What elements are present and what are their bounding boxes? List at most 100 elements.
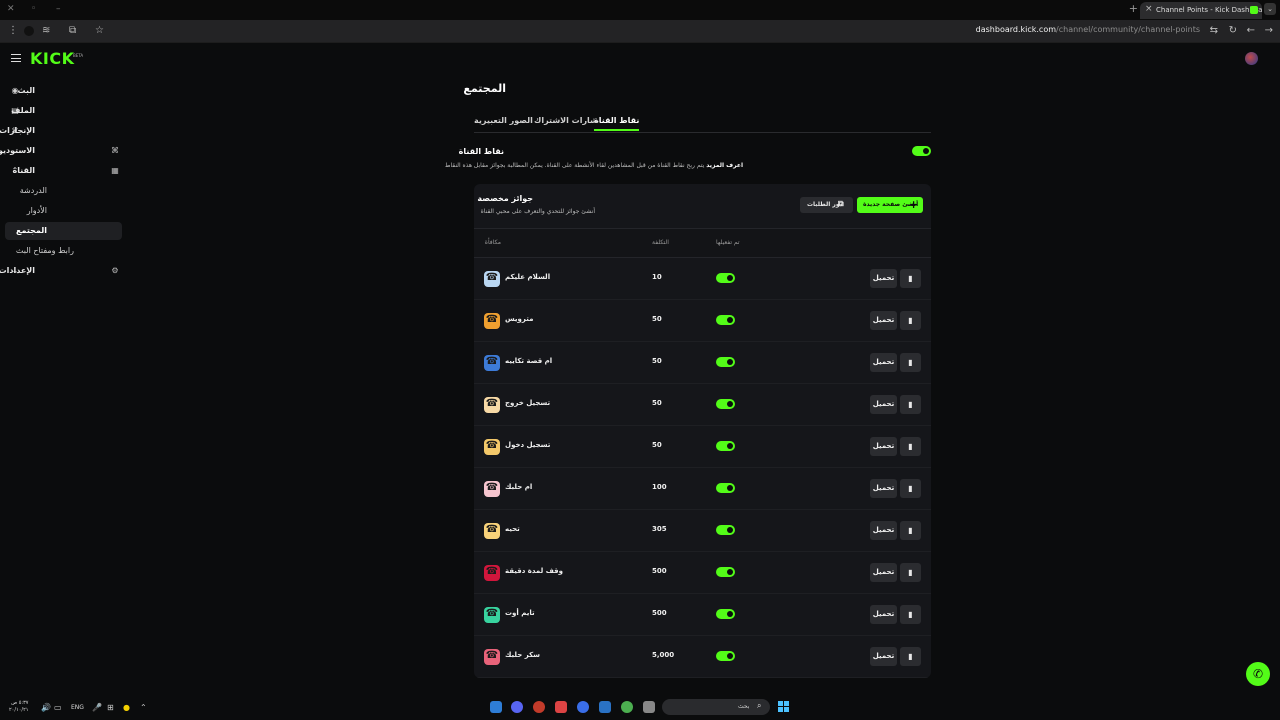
reload-icon[interactable]: ↻ xyxy=(1229,24,1237,38)
edit-reward-button[interactable]: تحميل xyxy=(870,605,897,624)
delete-reward-button[interactable]: ▮ xyxy=(900,269,921,288)
extension-icon[interactable] xyxy=(24,26,34,36)
delete-reward-button[interactable]: ▮ xyxy=(900,605,921,624)
sidebar-item-label: الدردشة xyxy=(19,186,47,195)
support-chat-button[interactable]: ✆ xyxy=(1246,662,1270,686)
kick-logo[interactable]: KICK xyxy=(30,49,75,68)
delete-reward-button[interactable]: ▮ xyxy=(900,479,921,498)
sidebar-item-studio[interactable]: ⌄ الاستوديو ⌘ xyxy=(0,142,122,160)
edit-reward-button[interactable]: تحميل xyxy=(870,647,897,666)
sidebar-item-profile[interactable]: ▤ الملف xyxy=(5,102,122,120)
reward-icon xyxy=(484,649,500,665)
tab-close-icon[interactable]: × xyxy=(1145,4,1153,14)
tab-channel-points[interactable]: نقاط القناة xyxy=(594,116,640,131)
tray-app2-icon[interactable]: ● xyxy=(123,703,130,712)
tray-app-icon[interactable]: ⊞ xyxy=(107,703,114,712)
edit-reward-button[interactable]: تحميل xyxy=(870,395,897,414)
reward-enabled-toggle[interactable] xyxy=(716,399,735,409)
restore-window-icon[interactable]: ◦ xyxy=(31,4,36,14)
tab-sub-badges[interactable]: شارات الاشتراك xyxy=(534,116,598,125)
share-icon[interactable]: ⧉ xyxy=(69,24,76,38)
edit-reward-button[interactable]: تحميل xyxy=(870,479,897,498)
sidebar-item-label: الاستوديو xyxy=(0,146,35,155)
taskbar-discord-icon[interactable] xyxy=(511,701,523,713)
network-icon[interactable]: ▭ xyxy=(54,703,62,712)
taskbar-steam-icon[interactable] xyxy=(599,701,611,713)
close-window-icon[interactable]: ✕ xyxy=(7,4,15,14)
mic-icon[interactable]: 🎤 xyxy=(92,703,102,712)
reward-name: سكر حلبك xyxy=(505,651,541,659)
delete-reward-button[interactable]: ▮ xyxy=(900,437,921,456)
delete-reward-button[interactable]: ▮ xyxy=(900,647,921,666)
taskbar-app4-icon[interactable] xyxy=(643,701,655,713)
menu-dots-icon[interactable]: ⋮ xyxy=(8,24,18,38)
sidebar-item-settings[interactable]: ⌄ الإعدادات ⚙ xyxy=(0,262,122,280)
sidebar-item-chat[interactable]: الدردشة xyxy=(5,182,122,200)
delete-reward-button[interactable]: ▮ xyxy=(900,395,921,414)
forward-icon[interactable]: → xyxy=(1265,24,1273,38)
sidebar-item-broadcast[interactable]: ◉ البث xyxy=(5,82,122,100)
column-header-enabled: تم تفعيلها xyxy=(716,239,740,246)
learn-more-link[interactable]: اعرف المزيد xyxy=(706,162,743,169)
tab-emotes[interactable]: الصور التعبيرية xyxy=(474,116,533,125)
sidebar-item-roles[interactable]: الأدوار xyxy=(5,202,122,220)
delete-reward-button[interactable]: ▮ xyxy=(900,311,921,330)
taskbar-chrome-icon[interactable] xyxy=(621,701,633,713)
reward-enabled-toggle[interactable] xyxy=(716,567,735,577)
minimize-window-icon[interactable]: – xyxy=(56,4,61,14)
create-reward-button[interactable]: أنشئ صفحة جديدة + xyxy=(857,197,923,213)
sidebar-item-label: المجتمع xyxy=(16,226,47,235)
address-bar[interactable]: dashboard.kick.com/channel/community/cha… xyxy=(976,25,1200,34)
sidebar-item-stream-key[interactable]: رابط ومفتاح البث xyxy=(5,242,122,260)
delete-reward-button[interactable]: ▮ xyxy=(900,353,921,372)
edit-reward-button[interactable]: تحميل xyxy=(870,563,897,582)
reward-enabled-toggle[interactable] xyxy=(716,483,735,493)
taskbar-notes-icon[interactable] xyxy=(490,701,502,713)
reward-enabled-toggle[interactable] xyxy=(716,651,735,661)
edit-reward-button[interactable]: تحميل xyxy=(870,269,897,288)
sidebar-item-channel[interactable]: ⌃ القناة ▦ xyxy=(5,162,122,180)
edit-reward-button[interactable]: تحميل xyxy=(870,437,897,456)
language-indicator[interactable]: ENG xyxy=(71,704,84,711)
browser-tab[interactable]: × Channel Points - Kick Dashboard xyxy=(1140,2,1262,19)
reward-cost: 500 xyxy=(652,567,667,575)
request-history-button[interactable]: دور الطلبات ⧉ xyxy=(800,197,853,213)
reward-name: تايم أوت xyxy=(505,609,535,617)
avatar[interactable] xyxy=(1245,52,1258,65)
media-icon[interactable]: ≋ xyxy=(42,24,50,38)
taskbar-app-icon[interactable] xyxy=(533,701,545,713)
taskbar-app2-icon[interactable] xyxy=(555,701,567,713)
taskbar-clock[interactable]: ٥:٣٧ ص ٢٠/١٠/٢١ xyxy=(9,700,28,714)
tab-menu-button[interactable]: ⌄ xyxy=(1264,3,1276,15)
reward-enabled-toggle[interactable] xyxy=(716,525,735,535)
new-tab-button[interactable]: + xyxy=(1129,2,1138,15)
reward-enabled-toggle[interactable] xyxy=(716,315,735,325)
taskbar-app3-icon[interactable] xyxy=(577,701,589,713)
channel-points-toggle[interactable] xyxy=(912,146,931,156)
delete-reward-button[interactable]: ▮ xyxy=(900,521,921,540)
reward-icon xyxy=(484,271,500,287)
volume-icon[interactable]: 🔊 xyxy=(41,703,51,712)
delete-reward-button[interactable]: ▮ xyxy=(900,563,921,582)
edit-reward-button[interactable]: تحميل xyxy=(870,311,897,330)
start-button[interactable] xyxy=(778,701,790,713)
sidebar-item-achievements[interactable]: ♛ الإنجازات xyxy=(0,122,122,140)
site-settings-icon[interactable]: ⇆ xyxy=(1210,24,1218,38)
reward-enabled-toggle[interactable] xyxy=(716,609,735,619)
edit-reward-button[interactable]: تحميل xyxy=(870,521,897,540)
tray-overflow-icon[interactable]: ⌃ xyxy=(140,703,147,712)
reward-enabled-toggle[interactable] xyxy=(716,273,735,283)
reward-enabled-toggle[interactable] xyxy=(716,357,735,367)
hamburger-menu-icon[interactable] xyxy=(11,54,21,62)
url-host: dashboard.kick.com xyxy=(975,25,1057,34)
edit-reward-button[interactable]: تحميل xyxy=(870,353,897,372)
sidebar-item-label: الأدوار xyxy=(26,206,47,215)
table-row: تسجيل دخول 50 تحميل ▮ xyxy=(474,426,931,468)
reward-icon xyxy=(484,565,500,581)
taskbar-search[interactable] xyxy=(662,699,770,715)
back-icon[interactable]: ← xyxy=(1247,24,1255,38)
reward-enabled-toggle[interactable] xyxy=(716,441,735,451)
sidebar-item-community[interactable]: المجتمع xyxy=(5,222,122,240)
bookmark-star-icon[interactable]: ☆ xyxy=(95,24,104,38)
custom-rewards-card: جوائز مخصصة أنشئ جوائز للتحدي والتعرف عل… xyxy=(474,184,931,678)
